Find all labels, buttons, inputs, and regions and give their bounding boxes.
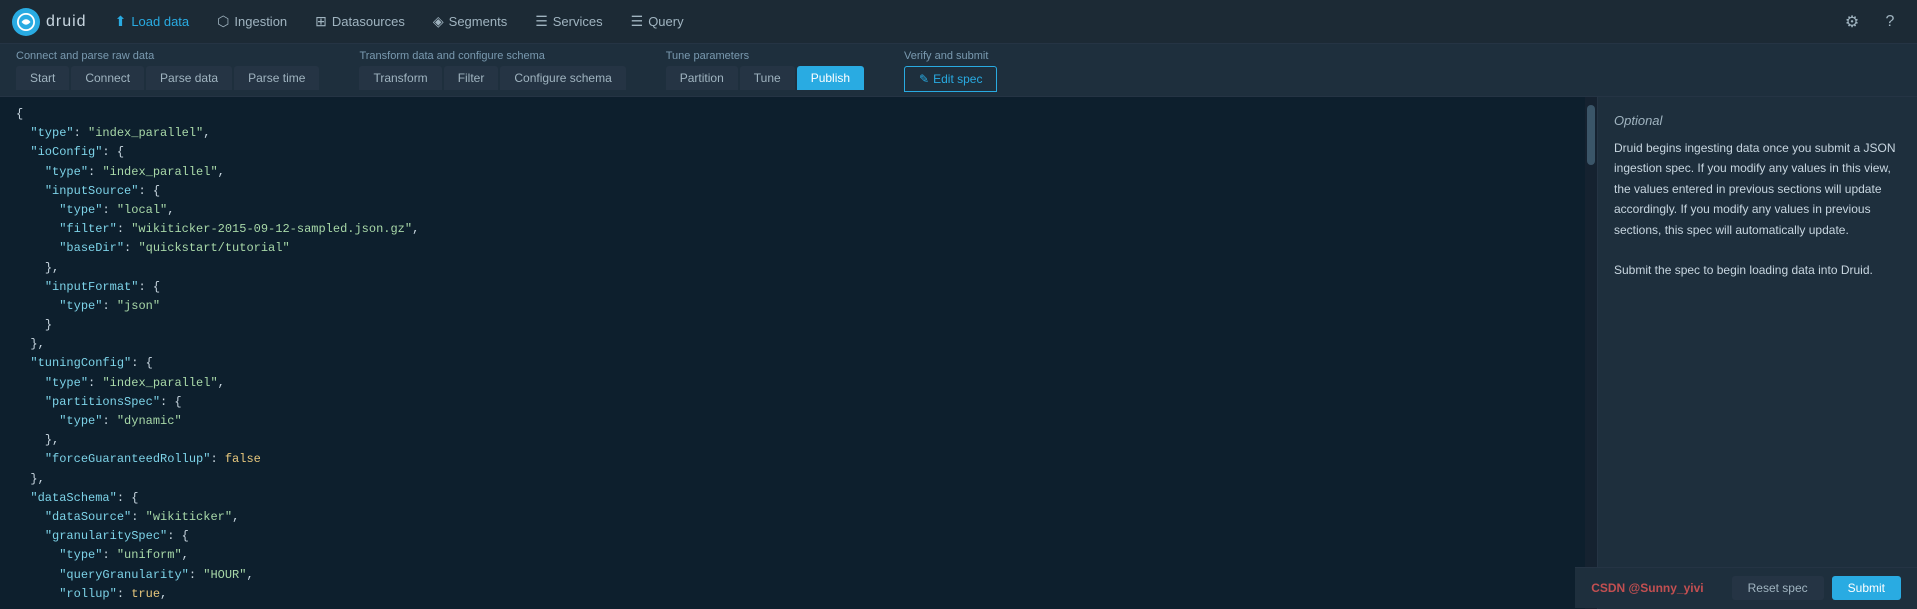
sidebar-title: Optional bbox=[1614, 113, 1901, 128]
sidebar-description: Druid begins ingesting data once you sub… bbox=[1614, 138, 1901, 281]
nav-segments[interactable]: ◈ Segments bbox=[421, 7, 519, 36]
ingestion-icon: ⬡ bbox=[217, 13, 229, 30]
logo-area: druid bbox=[12, 8, 87, 36]
nav-right: ⚙ ? bbox=[1837, 7, 1905, 37]
step-buttons-connect: Start Connect Parse data Parse time bbox=[16, 66, 319, 90]
step-connect[interactable]: Connect bbox=[71, 66, 144, 90]
load-data-icon: ⬆ bbox=[115, 13, 127, 30]
step-parse-time[interactable]: Parse time bbox=[234, 66, 319, 90]
step-buttons-tune: Partition Tune Publish bbox=[666, 66, 864, 90]
sidebar-panel: Optional Druid begins ingesting data onc… bbox=[1597, 97, 1917, 609]
step-filter[interactable]: Filter bbox=[444, 66, 499, 90]
step-group-transform-label: Transform data and configure schema bbox=[359, 50, 625, 62]
step-group-connect: Connect and parse raw data Start Connect… bbox=[16, 50, 319, 92]
nav-ingestion[interactable]: ⬡ Ingestion bbox=[205, 7, 299, 36]
main-area: { "type": "index_parallel", "ioConfig": … bbox=[0, 97, 1917, 609]
nav-query[interactable]: ☰ Query bbox=[619, 7, 696, 36]
step-configure-schema[interactable]: Configure schema bbox=[500, 66, 625, 90]
step-buttons-verify: ✎ Edit spec bbox=[904, 66, 997, 92]
step-parse-data[interactable]: Parse data bbox=[146, 66, 232, 90]
top-nav: druid ⬆ Load data ⬡ Ingestion ⊞ Datasour… bbox=[0, 0, 1917, 44]
bottom-bar: CSDN @Sunny_yivi Reset spec Submit bbox=[1575, 567, 1917, 608]
code-content[interactable]: { "type": "index_parallel", "ioConfig": … bbox=[8, 105, 1585, 601]
step-groups: Connect and parse raw data Start Connect… bbox=[16, 50, 1901, 92]
app-title: druid bbox=[46, 13, 87, 31]
druid-logo-icon bbox=[12, 8, 40, 36]
nav-datasources[interactable]: ⊞ Datasources bbox=[303, 7, 417, 36]
step-tune[interactable]: Tune bbox=[740, 66, 795, 90]
submit-button[interactable]: Submit bbox=[1832, 576, 1901, 600]
editor-scrollbar[interactable] bbox=[1585, 97, 1597, 609]
help-button[interactable]: ? bbox=[1875, 7, 1905, 37]
step-buttons-transform: Transform Filter Configure schema bbox=[359, 66, 625, 90]
scrollbar-thumb[interactable] bbox=[1587, 105, 1595, 165]
step-partition[interactable]: Partition bbox=[666, 66, 738, 90]
datasources-icon: ⊞ bbox=[315, 13, 327, 30]
query-icon: ☰ bbox=[631, 13, 644, 30]
nav-services[interactable]: ☰ Services bbox=[523, 7, 614, 36]
step-bar: Connect and parse raw data Start Connect… bbox=[0, 44, 1917, 97]
segments-icon: ◈ bbox=[433, 13, 444, 30]
services-icon: ☰ bbox=[535, 13, 548, 30]
step-group-connect-label: Connect and parse raw data bbox=[16, 50, 319, 62]
step-publish[interactable]: Publish bbox=[797, 66, 864, 90]
step-start[interactable]: Start bbox=[16, 66, 69, 90]
watermark: CSDN @Sunny_yivi bbox=[1591, 581, 1703, 595]
step-group-tune: Tune parameters Partition Tune Publish bbox=[666, 50, 864, 92]
step-group-transform: Transform data and configure schema Tran… bbox=[359, 50, 625, 92]
nav-load-data[interactable]: ⬆ Load data bbox=[103, 7, 202, 36]
step-group-tune-label: Tune parameters bbox=[666, 50, 864, 62]
step-group-verify: Verify and submit ✎ Edit spec bbox=[904, 50, 997, 92]
edit-spec-icon: ✎ bbox=[919, 72, 929, 86]
settings-button[interactable]: ⚙ bbox=[1837, 7, 1867, 37]
step-group-verify-label: Verify and submit bbox=[904, 50, 997, 62]
reset-spec-button[interactable]: Reset spec bbox=[1732, 576, 1824, 600]
step-transform[interactable]: Transform bbox=[359, 66, 441, 90]
code-editor[interactable]: { "type": "index_parallel", "ioConfig": … bbox=[0, 97, 1585, 609]
step-edit-spec[interactable]: ✎ Edit spec bbox=[904, 66, 997, 92]
